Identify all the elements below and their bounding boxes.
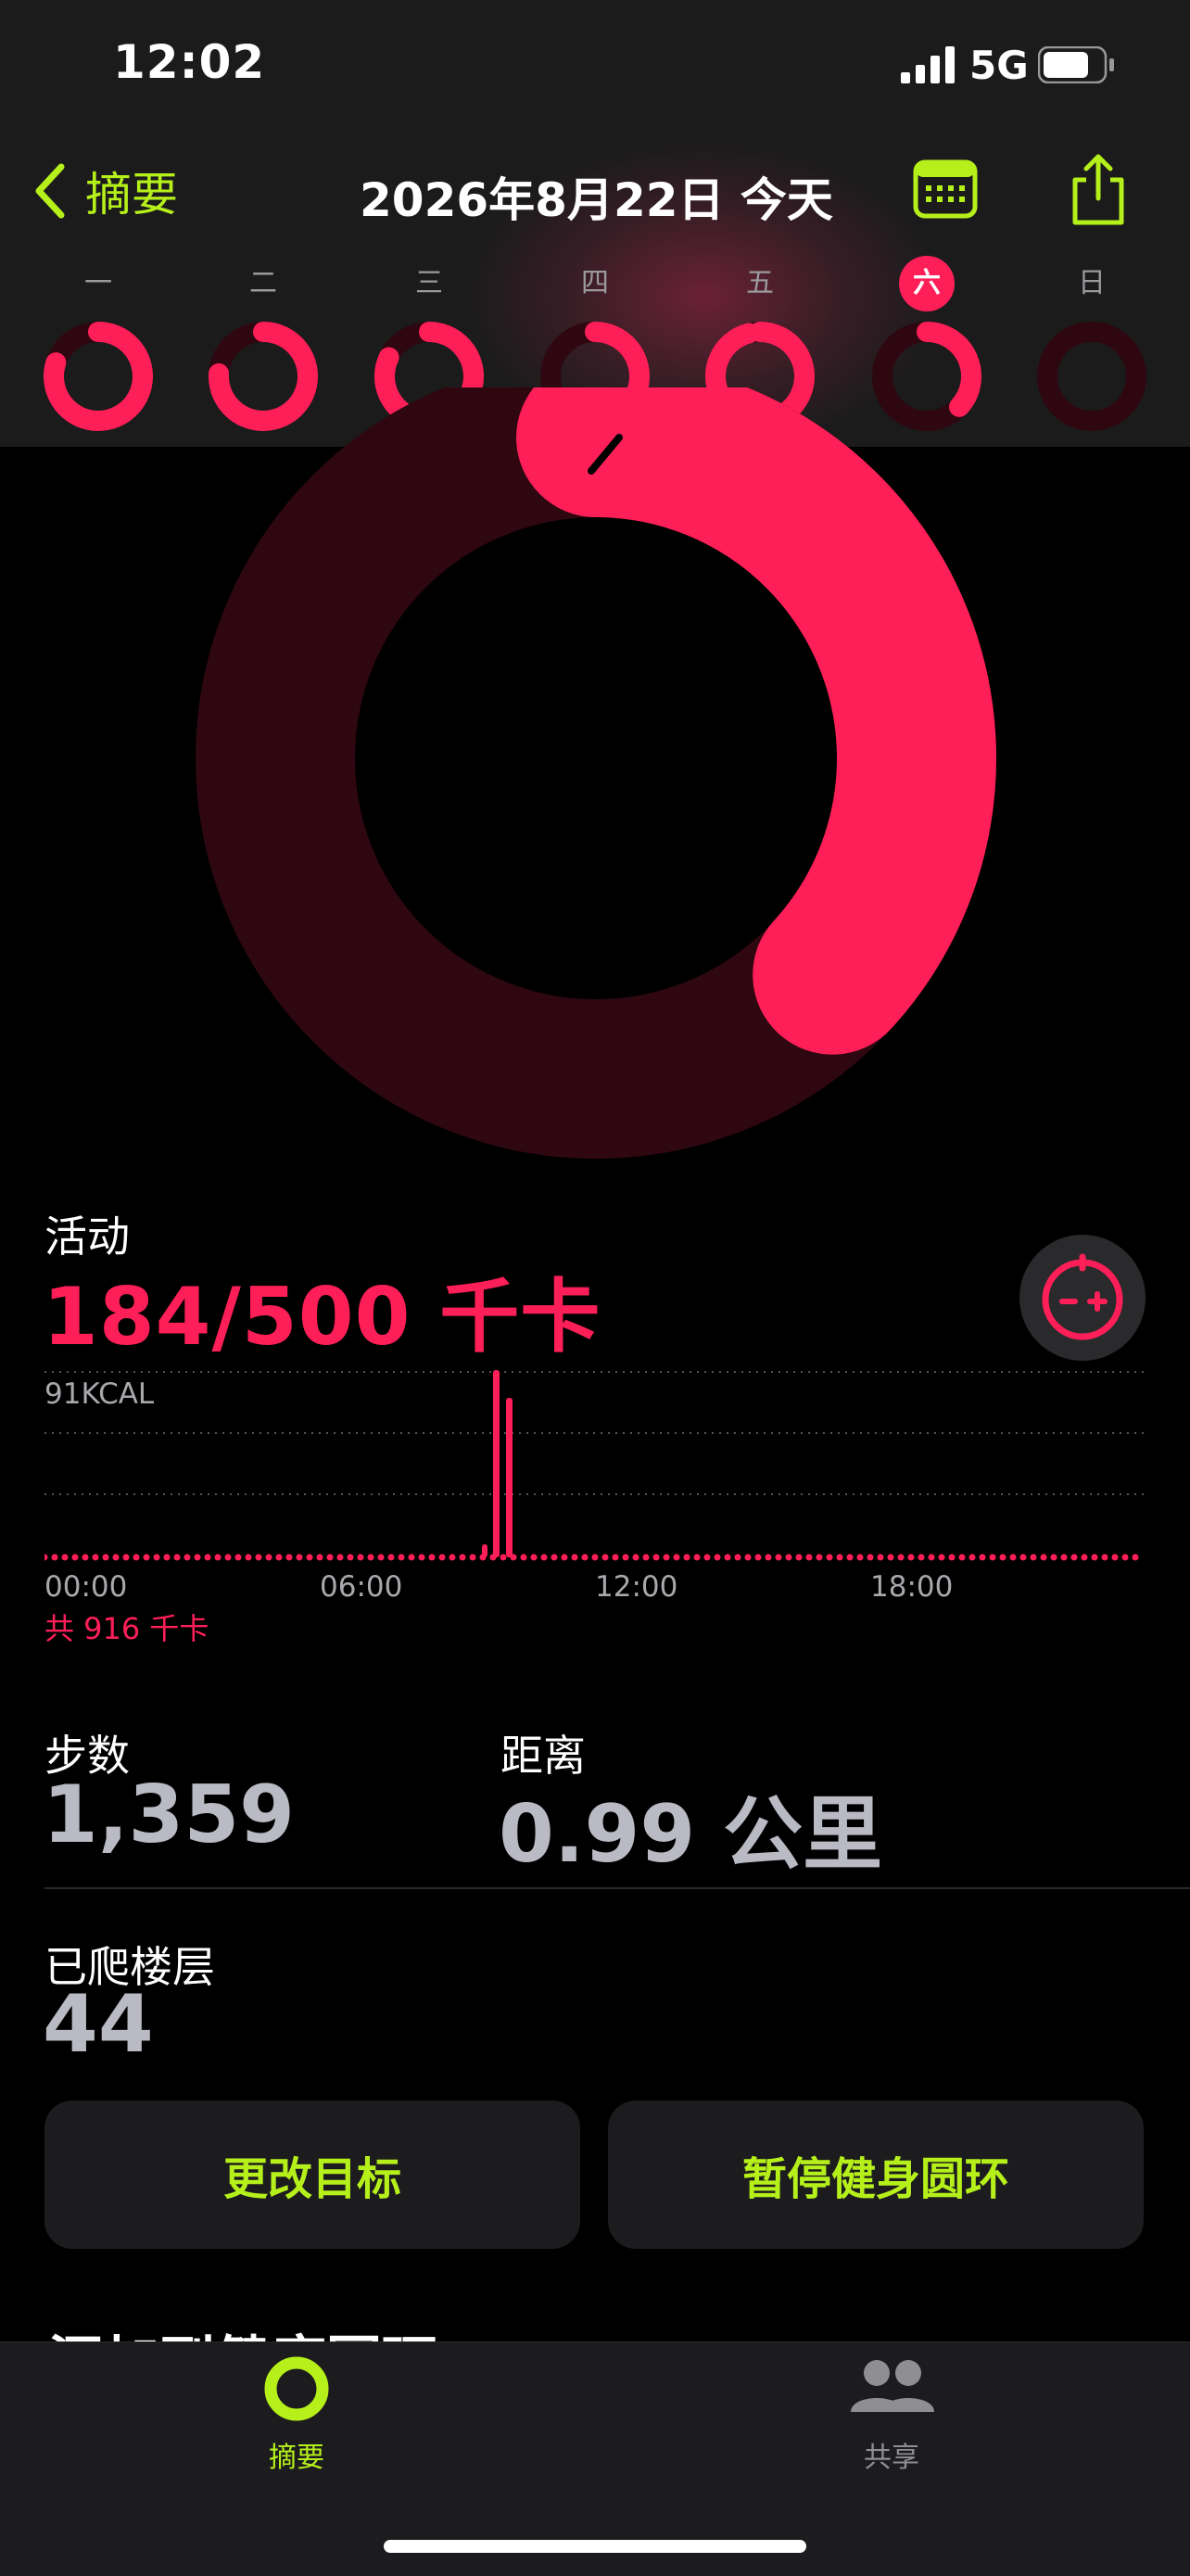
day-move-ring — [1037, 322, 1146, 431]
people-icon — [851, 2360, 934, 2412]
day-7[interactable]: 日 — [1027, 256, 1157, 434]
divider — [44, 1887, 1190, 1889]
tab-sharing-label: 共享 — [864, 2442, 919, 2474]
day-label: 四 — [581, 267, 609, 299]
day-label: 三 — [415, 267, 443, 299]
page-title: 2026年8月22日 今天 — [360, 173, 833, 227]
floors-value: 44 — [43, 1978, 154, 2071]
activity-rings-icon — [264, 2356, 329, 2421]
chevron-left-icon — [35, 163, 65, 219]
day-label: 日 — [1078, 267, 1106, 299]
activity-hourly-chart: 91KCAL 00:00 06:00 12:00 18:00 — [44, 1370, 1147, 1604]
steps-value: 1,359 — [43, 1769, 296, 1861]
chart-bar — [482, 1544, 487, 1557]
move-ring — [196, 387, 996, 1159]
goal-adjust-icon — [1042, 1253, 1123, 1340]
chart-bar — [493, 1370, 500, 1557]
back-button[interactable]: 摘要 — [33, 158, 178, 224]
calendar-icon[interactable] — [913, 159, 978, 219]
tab-summary[interactable]: 摘要 — [185, 2354, 408, 2475]
chart-max-label: 91KCAL — [44, 1377, 155, 1411]
status-time: 12:02 — [113, 35, 266, 89]
home-indicator — [384, 2540, 806, 2553]
day-label: 五 — [746, 267, 774, 299]
day-1[interactable]: 一 — [33, 256, 163, 434]
tab-summary-label: 摘要 — [269, 2442, 324, 2474]
adjust-goal-button[interactable] — [1019, 1235, 1146, 1361]
day-label: 二 — [249, 267, 277, 299]
day-label: 六 — [899, 256, 955, 311]
chart-time-label: 18:00 — [870, 1570, 953, 1604]
chart-time-label: 06:00 — [320, 1570, 402, 1604]
day-move-ring — [44, 322, 153, 431]
battery-icon — [1038, 46, 1114, 83]
cellular-signal-icon — [901, 46, 955, 83]
change-goal-button[interactable]: 更改目标 — [44, 2100, 580, 2249]
chart-time-label: 00:00 — [44, 1570, 127, 1604]
activity-value: 184/500 千卡 — [43, 1271, 601, 1364]
chart-bar — [506, 1398, 513, 1557]
share-icon[interactable] — [1066, 152, 1131, 226]
pause-rings-button[interactable]: 暂停健身圆环 — [608, 2100, 1144, 2249]
back-label: 摘要 — [85, 168, 178, 222]
distance-value: 0.99 公里 — [499, 1788, 883, 1881]
chart-time-label: 12:00 — [595, 1570, 677, 1604]
network-type: 5G — [969, 43, 1029, 88]
tab-sharing[interactable]: 共享 — [780, 2354, 1003, 2475]
day-label: 一 — [84, 267, 112, 299]
activity-total: 共 916 千卡 — [44, 1611, 209, 1646]
